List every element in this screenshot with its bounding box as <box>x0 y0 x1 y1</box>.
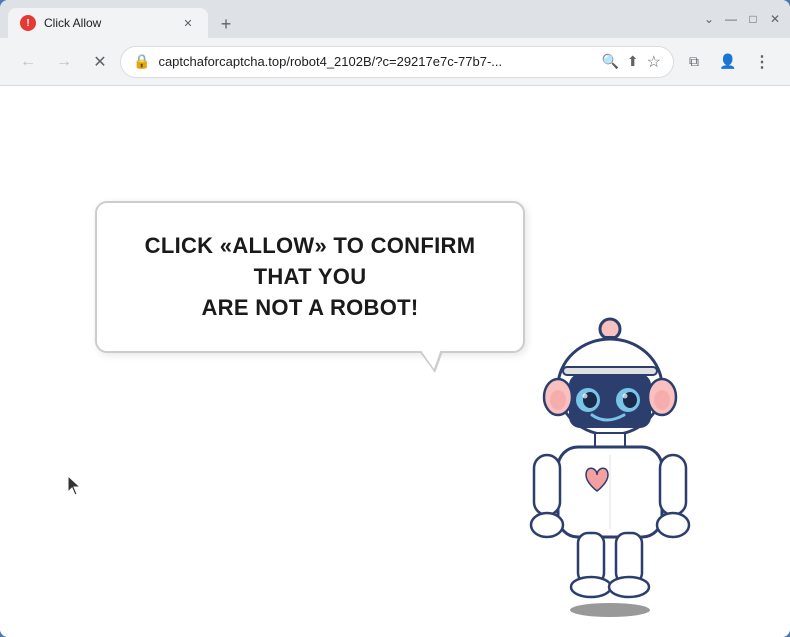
active-tab[interactable]: ! Click Allow ✕ <box>8 8 208 38</box>
tab-favicon: ! <box>20 15 36 31</box>
new-tab-button[interactable]: + <box>212 10 240 38</box>
mouse-cursor <box>68 476 80 494</box>
robot-illustration <box>510 297 710 617</box>
profile-button[interactable]: 👤 <box>712 46 744 78</box>
back-button[interactable]: ← <box>12 46 44 78</box>
bubble-text: CLICK «ALLOW» TO CONFIRM THAT YOU ARE NO… <box>129 231 491 323</box>
share-icon[interactable]: ⬆ <box>627 53 639 70</box>
maximize-button[interactable]: □ <box>746 12 760 26</box>
bookmark-icon[interactable]: ☆ <box>647 52 661 72</box>
reload-button[interactable]: ✕ <box>84 46 116 78</box>
window-controls: ⌄ — □ ✕ <box>702 12 782 26</box>
search-icon[interactable]: 🔍 <box>601 53 618 70</box>
tab-close-button[interactable]: ✕ <box>180 15 196 31</box>
webpage-content: CLICK «ALLOW» TO CONFIRM THAT YOU ARE NO… <box>0 86 790 637</box>
sidebar-button[interactable]: ⧉ <box>678 46 710 78</box>
lock-icon: 🔒 <box>133 53 150 70</box>
tab-strip: ! Click Allow ✕ + <box>8 0 698 38</box>
robot-shadow <box>570 603 650 617</box>
tab-title: Click Allow <box>44 16 172 30</box>
menu-button[interactable]: ⋮ <box>746 46 778 78</box>
speech-bubble: CLICK «ALLOW» TO CONFIRM THAT YOU ARE NO… <box>95 201 525 353</box>
toolbar: ← → ✕ 🔒 captchaforcaptcha.top/robot4_210… <box>0 38 790 86</box>
address-bar[interactable]: 🔒 captchaforcaptcha.top/robot4_2102B/?c=… <box>120 46 674 78</box>
address-text: captchaforcaptcha.top/robot4_2102B/?c=29… <box>158 54 593 69</box>
chevron-down-icon[interactable]: ⌄ <box>702 12 716 26</box>
title-bar: ! Click Allow ✕ + ⌄ — □ ✕ <box>0 0 790 38</box>
close-button[interactable]: ✕ <box>768 12 782 26</box>
browser-window: ! Click Allow ✕ + ⌄ — □ ✕ ← → ✕ 🔒 captch… <box>0 0 790 637</box>
toolbar-actions: ⧉ 👤 ⋮ <box>678 46 778 78</box>
forward-button[interactable]: → <box>48 46 80 78</box>
minimize-button[interactable]: — <box>724 12 738 26</box>
